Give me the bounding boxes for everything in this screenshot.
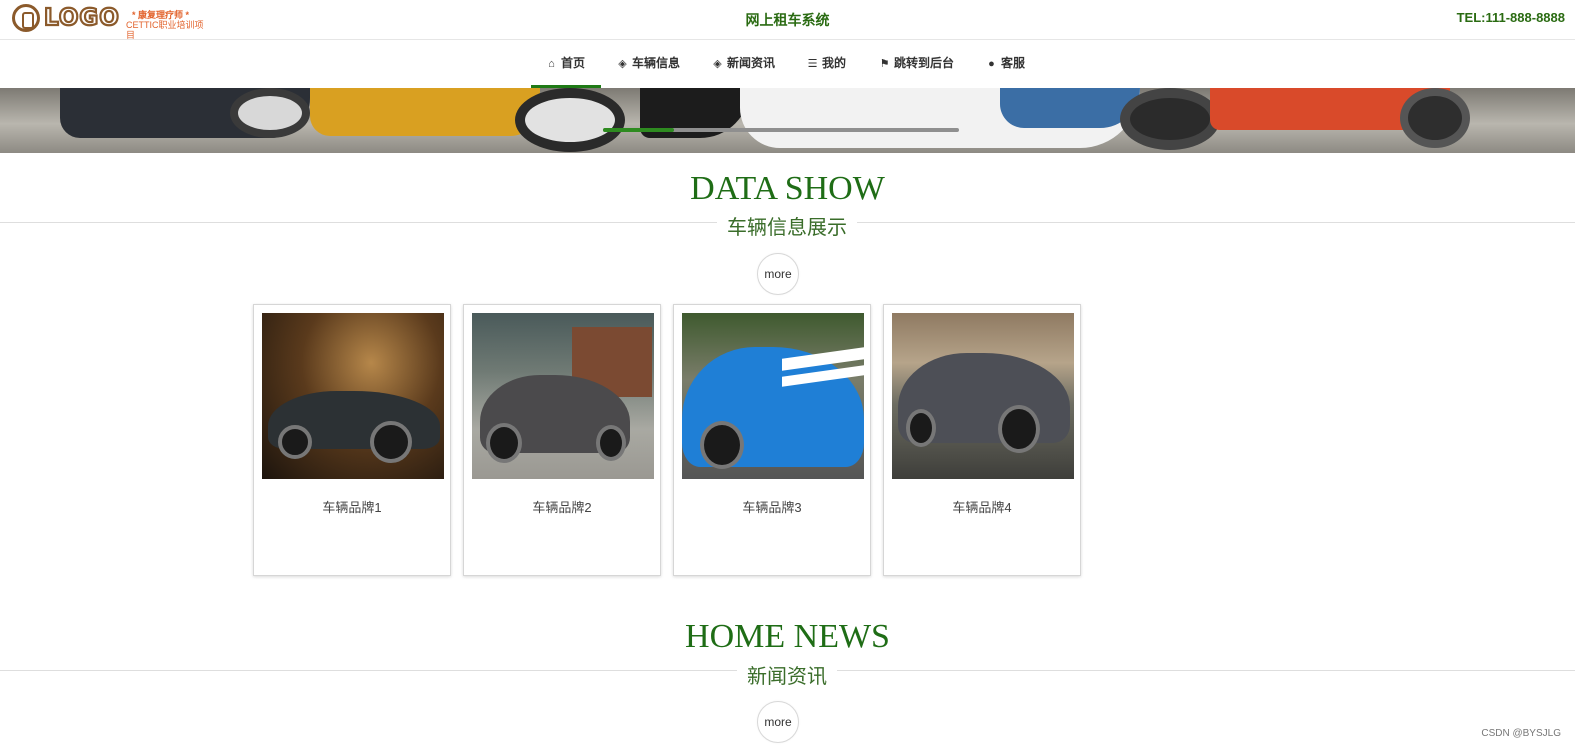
vehicle-name: 车辆品牌3 — [742, 500, 802, 515]
vehicle-card-3[interactable]: 车辆品牌3 — [673, 304, 871, 576]
nav-item-support[interactable]: ● 客服 — [985, 40, 1025, 88]
nav-item-mine[interactable]: ☰ 我的 — [806, 40, 846, 88]
vehicle-name: 车辆品牌2 — [532, 500, 592, 515]
car-wheel-shape — [486, 423, 522, 463]
watermark: CSDN @BYSJLG — [1481, 728, 1561, 739]
layers-icon: ◈ — [713, 58, 722, 70]
nav-item-label: 车辆信息 — [632, 56, 681, 70]
home-news-subtitle: 新闻资讯 — [737, 660, 837, 689]
banner-wheel-shape — [1120, 88, 1220, 150]
phone-number: TEL:111-888-8888 — [1456, 10, 1565, 25]
car-wheel-shape — [906, 409, 936, 447]
nav-item-label: 跳转到后台 — [894, 56, 955, 70]
car-wheel-shape — [998, 405, 1040, 453]
nav-item-vehicles[interactable]: ◈ 车辆信息 — [616, 40, 680, 88]
home-news-title: HOME NEWS — [685, 618, 890, 655]
nav-item-label: 首页 — [561, 56, 586, 70]
banner-wheel-shape — [515, 88, 625, 152]
top-header: LOGO * 康复理疗师 * CETTIC职业培训项目 网上租车系统 TEL:1… — [0, 0, 1575, 40]
hero-banner[interactable] — [0, 88, 1575, 153]
site-title: 网上租车系统 — [745, 12, 830, 28]
car-wheel-shape — [278, 425, 312, 459]
support-icon: ● — [988, 58, 995, 70]
flag-icon: ⚑ — [879, 58, 890, 70]
banner-slider-progress — [603, 128, 675, 132]
vehicle-card-4[interactable]: 车辆品牌4 — [883, 304, 1081, 576]
layers-icon: ◈ — [618, 58, 627, 70]
nav-item-label: 客服 — [1001, 56, 1026, 70]
banner-wheel-shape — [230, 88, 310, 138]
data-show-more-button[interactable]: more — [757, 253, 799, 295]
vehicle-name: 车辆品牌4 — [952, 500, 1012, 515]
vehicle-card-2[interactable]: 车辆品牌2 — [463, 304, 661, 576]
banner-car-shape — [310, 88, 540, 136]
nav-item-news[interactable]: ◈ 新闻资讯 — [711, 40, 775, 88]
vehicle-image — [262, 313, 444, 479]
nav-item-label: 我的 — [822, 56, 847, 70]
list-icon: ☰ — [807, 58, 818, 70]
nav-item-label: 新闻资讯 — [727, 56, 776, 70]
car-wheel-shape — [596, 425, 626, 461]
nav-item-admin[interactable]: ⚑ 跳转到后台 — [878, 40, 954, 88]
car-wheel-shape — [370, 421, 412, 463]
vehicle-image — [892, 313, 1074, 479]
home-news-more-button[interactable]: more — [757, 701, 799, 743]
data-show-subtitle: 车辆信息展示 — [717, 211, 857, 240]
vehicle-card-1[interactable]: 车辆品牌1 — [253, 304, 451, 576]
nav-item-home[interactable]: ⌂ 首页 — [530, 40, 602, 88]
main-nav: ⌂ 首页 ◈ 车辆信息 ◈ 新闻资讯 ☰ 我的 ⚑ 跳转到后台 ● 客服 — [0, 40, 1575, 88]
banner-slider-track[interactable] — [603, 128, 959, 132]
data-show-title: DATA SHOW — [690, 170, 885, 207]
banner-wheel-shape — [1400, 88, 1470, 148]
banner-car-shape — [1000, 88, 1140, 128]
vehicle-image — [682, 313, 864, 479]
home-icon: ⌂ — [548, 58, 555, 70]
vehicle-name: 车辆品牌1 — [322, 500, 382, 515]
vehicle-image — [472, 313, 654, 479]
car-wheel-shape — [700, 421, 744, 469]
